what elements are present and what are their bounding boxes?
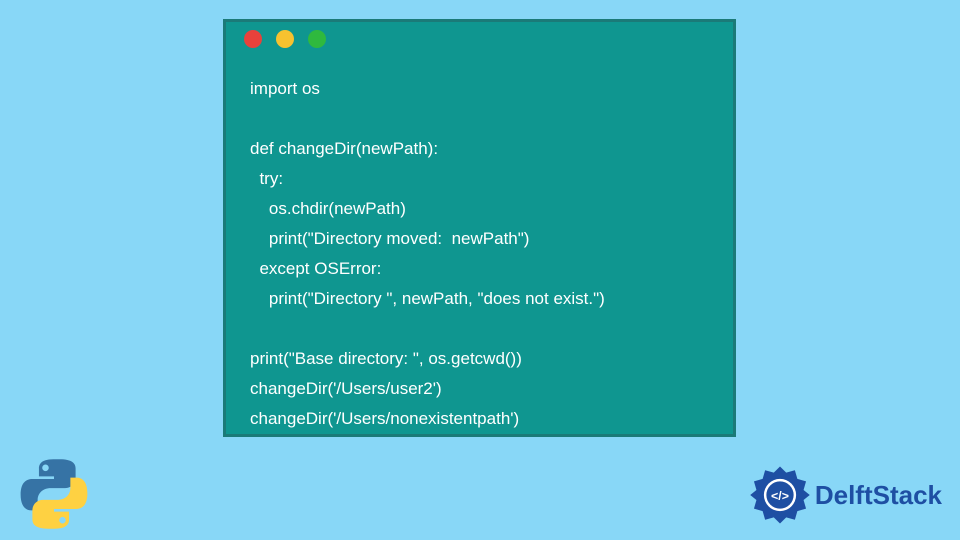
minimize-icon[interactable] — [276, 30, 294, 48]
close-icon[interactable] — [244, 30, 262, 48]
code-content: import os def changeDir(newPath): try: o… — [226, 56, 733, 434]
delftstack-badge-icon: </> — [749, 464, 811, 526]
svg-text:</>: </> — [771, 489, 789, 503]
python-logo-icon — [18, 458, 90, 530]
window-titlebar — [226, 22, 733, 56]
delftstack-logo: </> DelftStack — [749, 464, 942, 526]
code-window: import os def changeDir(newPath): try: o… — [223, 19, 736, 437]
brand-name: DelftStack — [815, 480, 942, 511]
maximize-icon[interactable] — [308, 30, 326, 48]
